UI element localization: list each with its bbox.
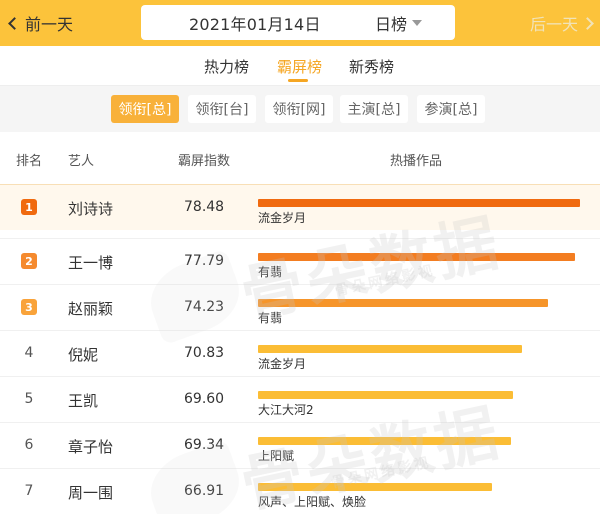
table-row[interactable]: 1 刘诗诗 78.48 流金岁月 [0, 184, 600, 230]
filter-bar: 领衔[总] 领衔[台] 领衔[网] 主演[总] 参演[总] [0, 86, 600, 132]
rank-number: 5 [24, 391, 34, 407]
filter-support-total[interactable]: 参演[总] [417, 95, 485, 123]
next-day-label: 后一天 [529, 15, 578, 34]
table-row[interactable]: 5 王凯 69.60 大江大河2 [0, 376, 600, 422]
artist-name: 周一围 [68, 484, 114, 502]
score-bar [258, 437, 511, 445]
col-works: 热播作品 [390, 154, 443, 169]
score-bar [258, 299, 548, 307]
tab-heat[interactable]: 热力榜 [204, 56, 249, 77]
filter-lead-total[interactable]: 领衔[总] [111, 95, 179, 123]
caret-down-icon [412, 19, 423, 26]
chevron-right-icon [581, 16, 594, 30]
table-row[interactable]: 7 周一围 66.91 风声、上阳赋、焕脸 [0, 468, 600, 514]
score-bar [258, 199, 580, 207]
table-header: 排名 艺人 霸屏指数 热播作品 [0, 132, 600, 184]
table-row[interactable]: 2 王一博 77.79 有翡 [0, 238, 600, 284]
rank-number: 7 [24, 483, 34, 499]
table-row[interactable]: 4 倪妮 70.83 流金岁月 [0, 330, 600, 376]
hot-works[interactable]: 大江大河2 [258, 401, 314, 418]
col-rank: 排名 [16, 154, 43, 169]
artist-name: 刘诗诗 [68, 200, 114, 218]
score-bar [258, 391, 513, 399]
hot-works[interactable]: 流金岁月 [258, 209, 306, 226]
ranking-tabs: 热力榜 霸屏榜 新秀榜 [0, 46, 600, 86]
filter-main-total[interactable]: 主演[总] [340, 95, 408, 123]
artist-name: 王凯 [68, 392, 99, 410]
date-display: 2021年01月14日 [189, 14, 321, 34]
header-bar: 前一天 2021年01月14日 日榜 后一天 [0, 0, 600, 46]
tab-dominance[interactable]: 霸屏榜 [277, 56, 322, 77]
dominance-score: 78.48 [184, 199, 225, 215]
tab-newcomer[interactable]: 新秀榜 [349, 56, 394, 77]
hot-works[interactable]: 上阳赋 [258, 447, 294, 464]
col-index: 霸屏指数 [178, 154, 231, 169]
artist-name: 章子怡 [68, 438, 114, 456]
rank-badge: 1 [21, 199, 37, 215]
range-dropdown[interactable]: 日榜 [375, 11, 423, 35]
hot-works[interactable]: 有翡 [258, 309, 282, 326]
score-bar [258, 345, 522, 353]
prev-day-button[interactable]: 前一天 [6, 10, 73, 36]
artist-name: 赵丽颖 [68, 300, 114, 318]
dominance-score: 70.83 [184, 345, 225, 361]
table-row[interactable]: 3 赵丽颖 74.23 有翡 [0, 284, 600, 330]
col-artist: 艺人 [68, 154, 95, 169]
chevron-left-icon [8, 16, 21, 30]
rank-badge: 2 [21, 253, 37, 269]
active-tab-indicator [288, 79, 308, 82]
table-row[interactable]: 6 章子怡 69.34 上阳赋 [0, 422, 600, 468]
rank-number: 6 [24, 437, 34, 453]
prev-day-label: 前一天 [25, 15, 74, 34]
score-bar [258, 483, 493, 491]
rank-badge: 3 [21, 299, 37, 315]
hot-works[interactable]: 流金岁月 [258, 355, 306, 372]
date-selector[interactable]: 2021年01月14日 日榜 [141, 5, 455, 40]
score-bar [258, 253, 575, 261]
rank-number: 4 [24, 345, 34, 361]
filter-lead-tv[interactable]: 领衔[台] [188, 95, 256, 123]
next-day-button[interactable]: 后一天 [529, 10, 594, 36]
filter-lead-web[interactable]: 领衔[网] [265, 95, 333, 123]
dominance-score: 69.60 [184, 391, 225, 407]
artist-name: 王一博 [68, 254, 114, 272]
range-label: 日榜 [375, 14, 408, 34]
hot-works[interactable]: 风声、上阳赋、焕脸 [258, 493, 366, 510]
artist-name: 倪妮 [68, 346, 99, 364]
hot-works[interactable]: 有翡 [258, 263, 282, 280]
